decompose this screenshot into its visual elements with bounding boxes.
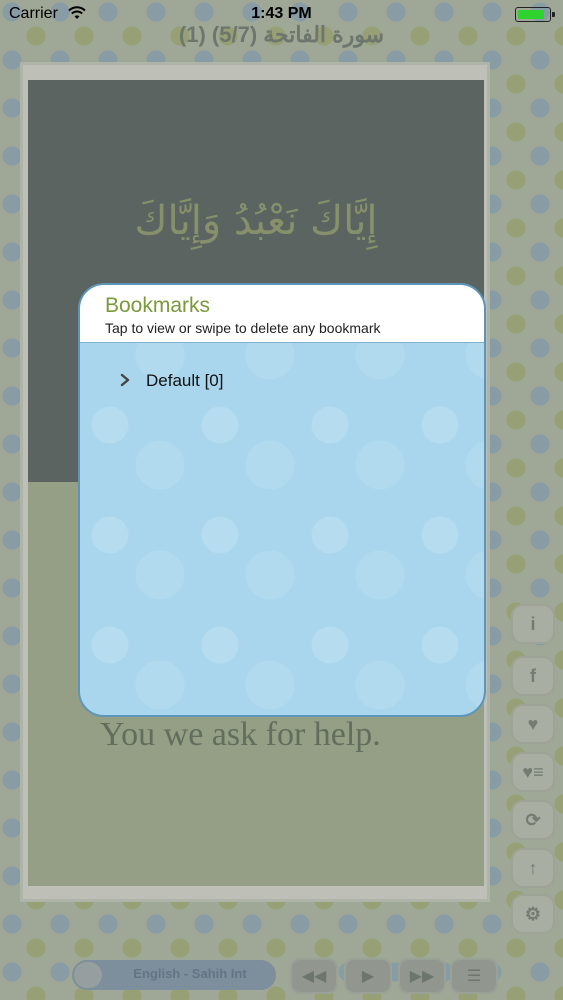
status-time: 1:43 PM <box>251 5 312 22</box>
status-bar: Carrier 1:43 PM <box>0 0 563 28</box>
battery-tip <box>552 12 555 17</box>
chevron-right-icon <box>120 373 130 387</box>
bookmarks-title: Bookmarks <box>105 294 211 317</box>
bookmark-group-default[interactable]: Default [0] <box>80 361 484 401</box>
battery-level-fill <box>517 9 544 19</box>
bookmarks-subtitle: Tap to view or swipe to delete any bookm… <box>105 320 381 336</box>
battery-icon <box>515 7 555 22</box>
bookmarks-header: Bookmarks Tap to view or swipe to delete… <box>80 285 484 343</box>
bookmarks-modal: Bookmarks Tap to view or swipe to delete… <box>78 283 486 717</box>
bookmark-group-label: Default [0] <box>146 371 224 390</box>
